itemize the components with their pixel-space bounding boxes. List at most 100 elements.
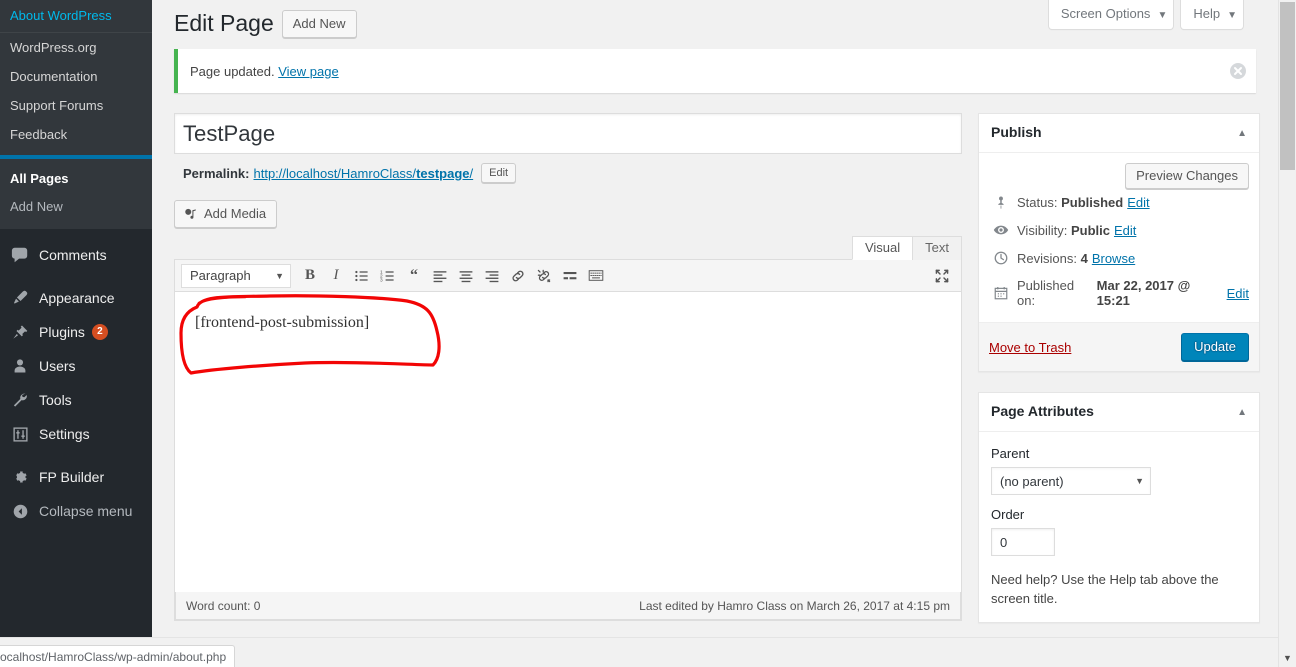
screen-options-label: Screen Options: [1060, 6, 1151, 21]
feedback-label: Feedback: [10, 127, 68, 142]
add-media-button[interactable]: Add Media: [174, 200, 278, 228]
sidebar-item-comments[interactable]: Comments: [0, 238, 152, 272]
edit-visibility-link[interactable]: Edit: [1114, 223, 1136, 238]
close-icon[interactable]: [1228, 61, 1248, 81]
revisions-value: 4: [1080, 250, 1088, 266]
update-button[interactable]: Update: [1181, 333, 1249, 361]
editor-toolbar: Paragraph ▼ B I 123 “: [175, 260, 961, 292]
align-left-icon[interactable]: [427, 264, 453, 288]
page-title-input[interactable]: [174, 113, 962, 154]
parent-page-select[interactable]: (no parent) ▼: [991, 467, 1151, 495]
about-wordpress-link[interactable]: About WordPress: [0, 0, 152, 32]
sidebar-item-users[interactable]: Users: [0, 349, 152, 383]
remove-link-icon[interactable]: [531, 264, 557, 288]
permalink-slug: testpage: [416, 165, 470, 181]
move-to-trash-link[interactable]: Move to Trash: [989, 340, 1071, 355]
add-media-icon: [183, 207, 198, 222]
menu-order-value: 0: [1000, 534, 1008, 550]
red-circle-annotation: [179, 294, 441, 375]
scrollbar-thumb[interactable]: [1280, 2, 1295, 170]
sidebar-item-fp-builder[interactable]: FP Builder: [0, 460, 152, 494]
editor-content-body[interactable]: [frontend-post-submission]: [175, 292, 961, 592]
tab-text[interactable]: Text: [912, 236, 962, 260]
published-on-value: Mar 22, 2017 @ 15:21: [1096, 278, 1191, 308]
insert-link-icon[interactable]: [505, 264, 531, 288]
preview-changes-button[interactable]: Preview Changes: [1125, 163, 1249, 189]
settings-label: Settings: [39, 426, 90, 442]
paragraph-format-select[interactable]: Paragraph ▼: [181, 263, 291, 288]
main-content-area: Screen Options ▼ Help ▼ Edit Page Add New …: [152, 0, 1276, 638]
sidebar-item-settings[interactable]: Settings: [0, 417, 152, 451]
page-attributes-header[interactable]: Page Attributes ▲: [979, 393, 1259, 432]
all-pages-label: All Pages: [10, 171, 69, 186]
menu-separator: [0, 451, 152, 460]
menu-separator: [0, 272, 152, 281]
users-label: Users: [39, 358, 76, 374]
italic-icon[interactable]: I: [323, 264, 349, 288]
page-title: Edit Page: [174, 10, 274, 36]
add-media-label: Add Media: [204, 206, 267, 221]
tab-visual[interactable]: Visual: [851, 236, 914, 260]
scroll-down-arrow-icon[interactable]: ▼: [1279, 651, 1296, 665]
page-scrollbar[interactable]: ▼: [1278, 0, 1296, 667]
pages-submenu: All Pages Add New: [0, 159, 152, 229]
documentation-label: Documentation: [10, 69, 98, 84]
visibility-value: Public: [1070, 222, 1110, 238]
publish-metabox-header[interactable]: Publish ▲: [979, 114, 1259, 153]
sidebar-item-all-pages[interactable]: All Pages: [0, 165, 152, 193]
align-right-icon[interactable]: [479, 264, 505, 288]
chevron-up-icon[interactable]: ▲: [1237, 407, 1247, 418]
parent-page-value: (no parent): [1000, 473, 1064, 489]
blockquote-icon[interactable]: “: [401, 264, 427, 288]
edit-status-link[interactable]: Edit: [1127, 195, 1149, 210]
view-page-link[interactable]: View page: [278, 64, 338, 79]
sidebar-item-feedback[interactable]: Feedback: [0, 120, 152, 149]
edit-permalink-button[interactable]: Edit: [481, 163, 517, 183]
publish-metabox-title: Publish: [991, 124, 1042, 141]
word-count: Word count: 0: [186, 598, 261, 613]
sidebar-item-documentation[interactable]: Documentation: [0, 62, 152, 91]
fp-builder-label: FP Builder: [39, 469, 105, 485]
numbered-list-icon[interactable]: 123: [375, 264, 401, 288]
chevron-up-icon[interactable]: ▲: [1237, 128, 1247, 139]
distraction-free-icon[interactable]: [929, 264, 955, 288]
help-button[interactable]: Help ▼: [1180, 0, 1244, 30]
page-attributes-help-text: Need help? Use the Help tab above the sc…: [991, 572, 1219, 606]
parent-label: Parent: [991, 446, 1030, 461]
sidebar-item-support-forums[interactable]: Support Forums: [0, 91, 152, 120]
users-icon: [9, 356, 31, 376]
chevron-down-icon: ▼: [275, 270, 284, 281]
clock-icon: [991, 250, 1011, 266]
plugins-plug-icon: [9, 322, 31, 342]
calendar-icon: [991, 285, 1011, 301]
sidebar-item-wordpress-org[interactable]: WordPress.org: [0, 33, 152, 62]
status-row: Status: Published Edit: [989, 189, 1249, 216]
notice-message: Page updated.: [190, 63, 275, 79]
align-center-icon[interactable]: [453, 264, 479, 288]
post-body-main-column: Permalink: http://localhost/HamroClass/t…: [174, 113, 962, 638]
visibility-row: Visibility: Public Edit: [989, 216, 1249, 244]
paragraph-format-label: Paragraph: [190, 268, 251, 283]
status-value: Published: [1061, 195, 1124, 210]
add-new-button[interactable]: Add New: [281, 9, 357, 38]
tools-wrench-icon: [9, 390, 31, 410]
permalink-link[interactable]: http://localhost/HamroClass/testpage/: [253, 166, 473, 181]
menu-separator: [0, 229, 152, 238]
collapse-menu-button[interactable]: Collapse menu: [0, 494, 152, 528]
browse-revisions-link[interactable]: Browse: [1092, 251, 1135, 266]
revisions-row: Revisions: 4 Browse: [989, 244, 1249, 272]
toolbar-toggle-icon[interactable]: [583, 264, 609, 288]
screen-options-button[interactable]: Screen Options ▼: [1047, 0, 1175, 30]
sidebar-item-tools[interactable]: Tools: [0, 383, 152, 417]
content-editor-wrap: Add Media Visual Text Paragraph ▼ B I 1 …: [174, 200, 962, 621]
edit-published-date-link[interactable]: Edit: [1227, 286, 1249, 301]
sidebar-item-add-new-page[interactable]: Add New: [0, 193, 152, 221]
bulleted-list-icon[interactable]: [349, 264, 375, 288]
visibility-label: Visibility:: [1017, 222, 1068, 238]
sidebar-item-plugins[interactable]: Plugins 2: [0, 315, 152, 349]
sidebar-item-appearance[interactable]: Appearance: [0, 281, 152, 315]
insert-read-more-icon[interactable]: [557, 264, 583, 288]
bold-icon[interactable]: B: [297, 264, 323, 288]
screen-meta-links: Screen Options ▼ Help ▼: [1042, 0, 1244, 30]
menu-order-input[interactable]: 0: [991, 528, 1055, 556]
